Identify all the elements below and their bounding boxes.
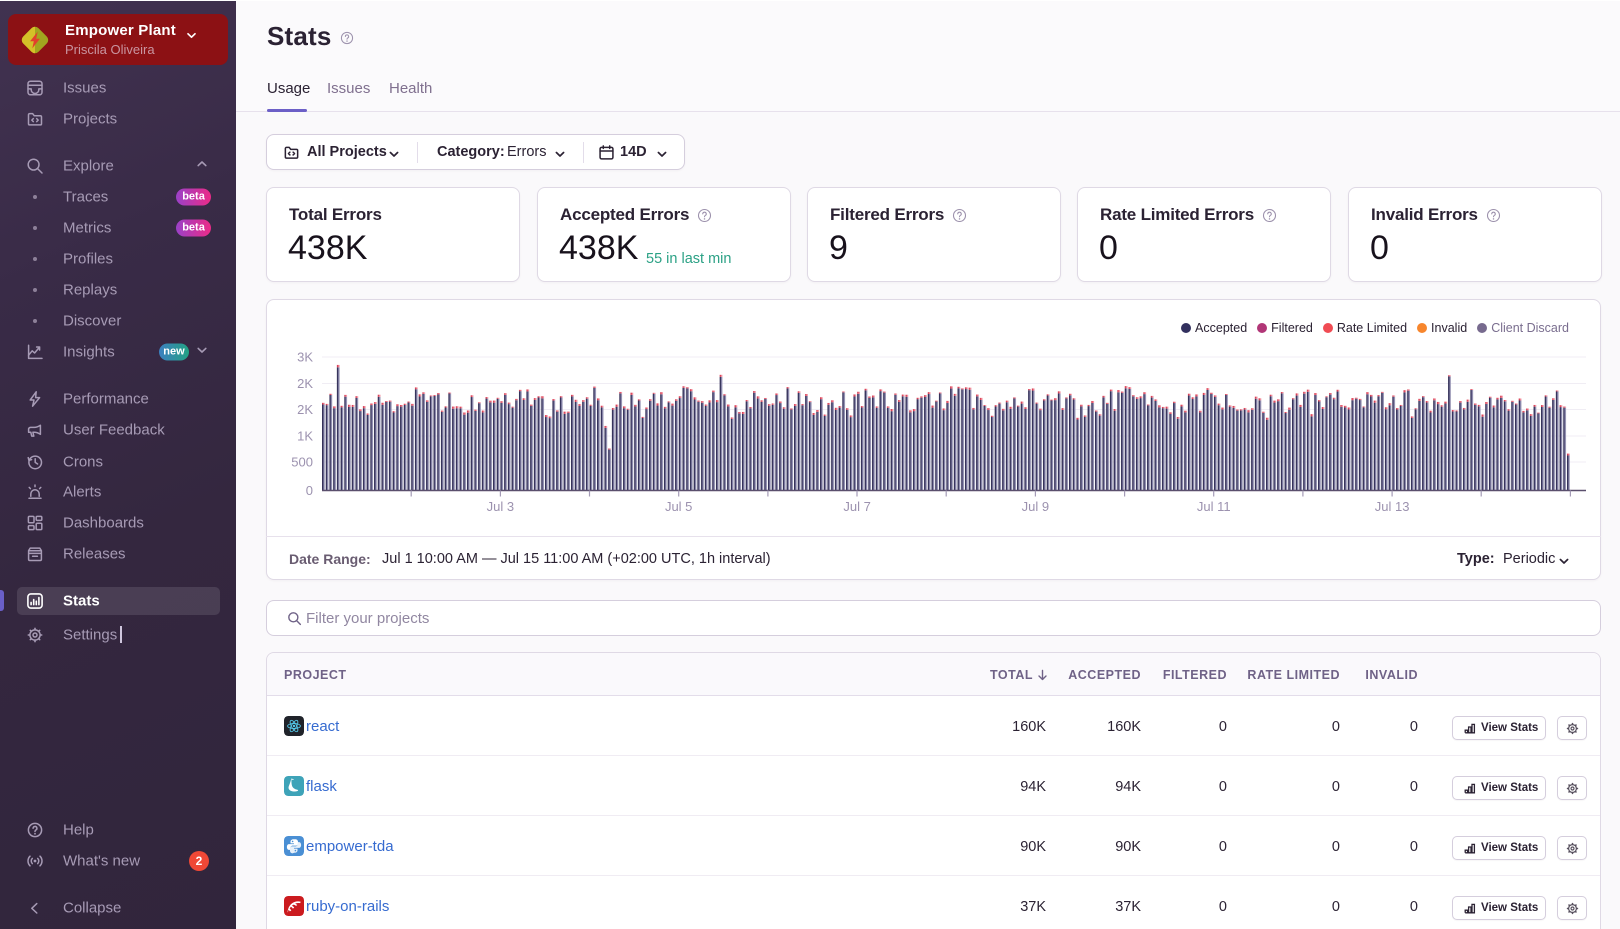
svg-text:3K: 3K (297, 350, 313, 365)
svg-text:1K: 1K (297, 429, 313, 444)
svg-text:500: 500 (291, 455, 313, 470)
svg-text:Jul 11: Jul 11 (1197, 499, 1231, 514)
svg-text:2K: 2K (297, 402, 313, 417)
svg-text:2K: 2K (297, 376, 313, 391)
svg-text:Jul 5: Jul 5 (665, 499, 692, 514)
svg-text:Jul 7: Jul 7 (843, 499, 870, 514)
svg-text:Jul 13: Jul 13 (1375, 499, 1410, 514)
svg-text:Jul 3: Jul 3 (487, 499, 514, 514)
svg-text:0: 0 (306, 483, 313, 498)
svg-text:Jul 9: Jul 9 (1022, 499, 1049, 514)
